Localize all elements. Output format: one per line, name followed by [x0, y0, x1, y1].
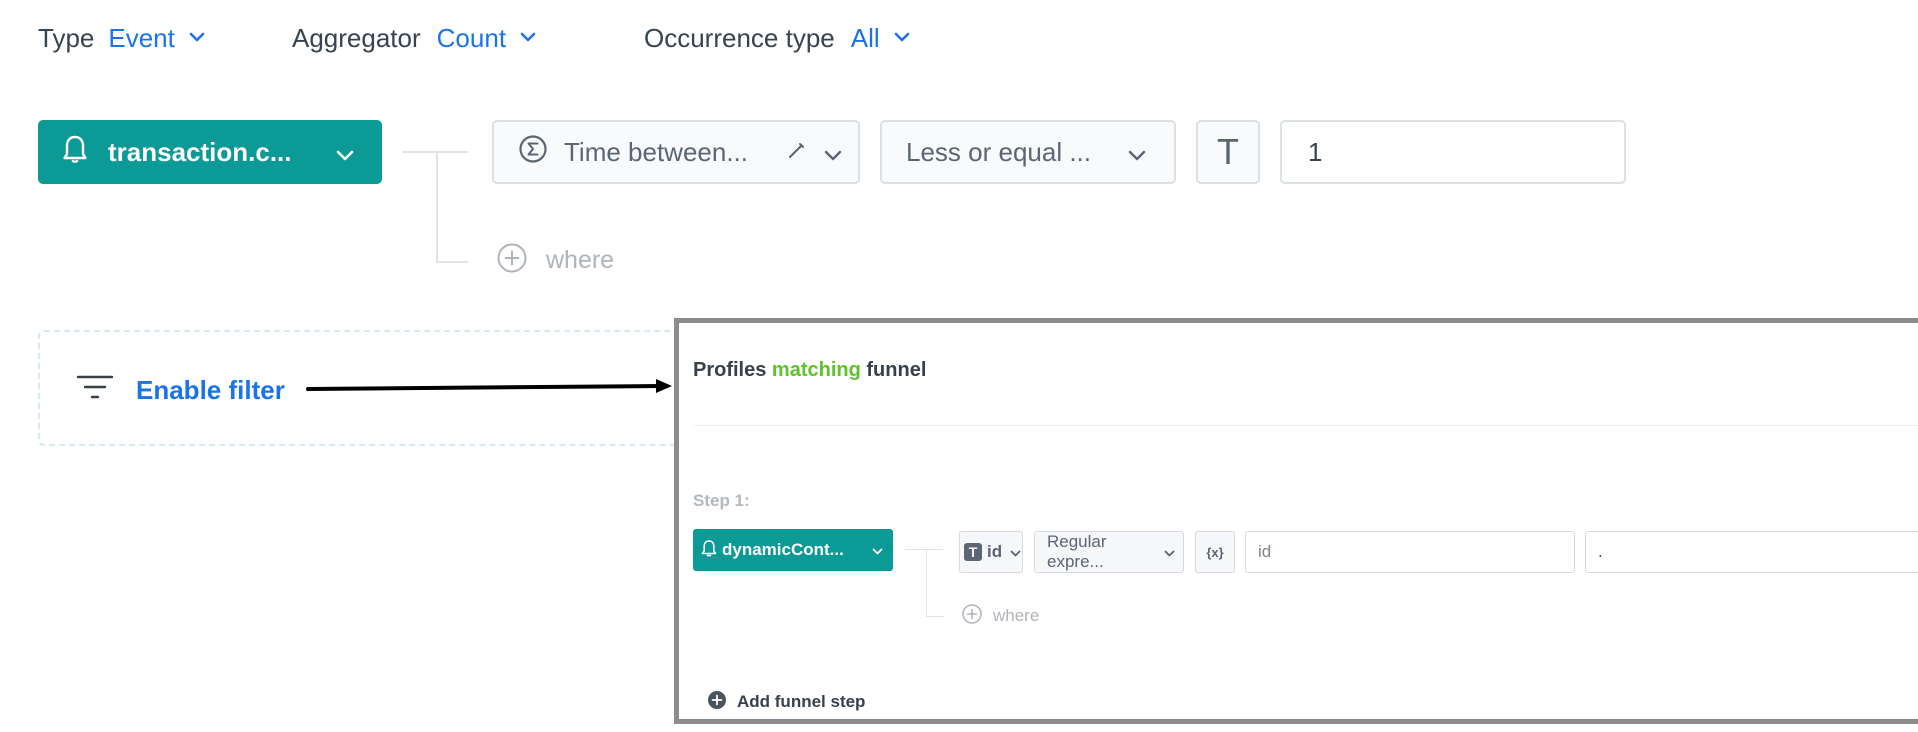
type-value[interactable]: Event	[108, 23, 175, 54]
arrow-icon	[306, 379, 672, 393]
chevron-down-icon[interactable]	[824, 137, 842, 168]
text-type-icon: T	[1217, 131, 1239, 172]
value-type-toggle[interactable]: T	[1196, 120, 1260, 184]
chevron-down-icon	[1010, 542, 1021, 562]
connector-line	[436, 151, 438, 263]
param-select[interactable]: T id	[959, 531, 1023, 573]
funnel-preview-panel: Profiles matching funnel Step 1: dynamic…	[674, 318, 1918, 724]
value-input[interactable]: 1	[1280, 120, 1626, 184]
text-type-icon: T	[964, 543, 982, 561]
plus-circle-icon	[496, 242, 528, 279]
attribute-select[interactable]: Time between...	[492, 120, 860, 184]
funnel-title-suffix: funnel	[866, 359, 927, 381]
funnel-add-where-button[interactable]: where	[961, 603, 1039, 629]
enable-filter-label: Enable filter	[136, 374, 285, 405]
funnel-operator-select[interactable]: Regular expre...	[1034, 531, 1184, 573]
attribute-name: Time between...	[564, 136, 749, 167]
bell-icon	[62, 134, 88, 171]
aggregator-value[interactable]: Count	[437, 23, 506, 54]
param-value-input[interactable]: .	[1585, 531, 1918, 573]
variable-icon: {x}	[1206, 544, 1224, 560]
chevron-down-icon	[1128, 137, 1146, 168]
event-select-button[interactable]: transaction.c...	[38, 120, 382, 184]
plus-circle-filled-icon	[707, 690, 727, 715]
bell-icon	[701, 539, 717, 562]
funnel-where-label: where	[993, 606, 1040, 625]
occurrence-type-selector[interactable]: Occurrence type All	[644, 20, 910, 56]
plus-circle-icon	[961, 603, 983, 630]
connector-line	[926, 616, 944, 617]
aggregator-label: Aggregator	[292, 22, 421, 53]
chevron-down-icon[interactable]	[520, 29, 536, 47]
funnel-title: Profiles matching funnel	[693, 359, 926, 382]
funnel-event-select[interactable]: dynamicCont...	[693, 529, 893, 571]
occurrence-type-value[interactable]: All	[851, 23, 880, 54]
param-key-input[interactable]: id	[1245, 531, 1575, 573]
connector-line	[436, 261, 468, 263]
type-label: Type	[38, 22, 95, 53]
dynamic-key-toggle[interactable]: {x}	[1195, 531, 1235, 573]
type-selector[interactable]: Type Event	[38, 20, 205, 56]
sigma-icon	[518, 134, 548, 171]
add-where-button[interactable]: where	[496, 242, 614, 278]
funnel-operator-value: Regular expre...	[1047, 532, 1107, 571]
step-label: Step 1:	[693, 491, 750, 510]
value-text: 1	[1308, 136, 1323, 167]
funnel-event-name: dynamicCont...	[722, 540, 844, 559]
aggregator-selector[interactable]: Aggregator Count	[292, 20, 536, 56]
funnel-title-highlight: matching	[771, 359, 861, 381]
chevron-down-icon	[872, 540, 883, 560]
chevron-down-icon	[1164, 542, 1175, 562]
operator-value: Less or equal ...	[906, 136, 1091, 167]
enable-filter-button[interactable]: Enable filter	[76, 370, 285, 410]
occurrence-type-label: Occurrence type	[644, 22, 835, 53]
connector-line	[926, 549, 927, 617]
divider	[693, 425, 1918, 426]
operator-select[interactable]: Less or equal ...	[880, 120, 1176, 184]
edit-icon[interactable]	[786, 137, 806, 168]
chevron-down-icon	[336, 137, 354, 168]
event-name: transaction.c...	[108, 136, 292, 167]
where-label: where	[546, 245, 615, 274]
param-key-text: id	[1258, 542, 1272, 561]
connector-line	[905, 549, 943, 550]
funnel-title-prefix: Profiles	[693, 359, 767, 381]
chevron-down-icon[interactable]	[894, 29, 910, 47]
chevron-down-icon[interactable]	[189, 29, 205, 47]
add-funnel-step-label: Add funnel step	[737, 692, 866, 711]
connector-line	[402, 151, 468, 153]
param-value-text: .	[1598, 542, 1603, 561]
param-name: id	[987, 542, 1003, 561]
filter-icon	[76, 373, 114, 408]
add-funnel-step-button[interactable]: Add funnel step	[707, 689, 865, 715]
